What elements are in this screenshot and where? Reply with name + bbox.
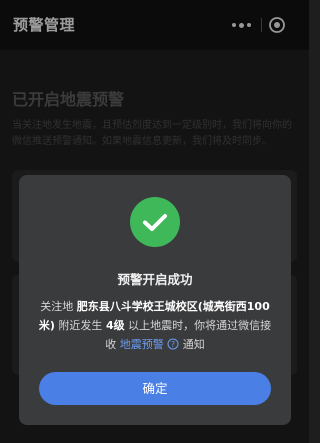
message-middle: 附近发生 bbox=[58, 319, 103, 332]
message-prefix: 关注地 bbox=[40, 300, 74, 313]
earthquake-warning-link[interactable]: 地震预警 bbox=[120, 338, 164, 351]
help-question-icon[interactable]: ? bbox=[167, 337, 179, 356]
confirm-button[interactable]: 确定 bbox=[39, 372, 271, 405]
dialog-message: 关注地 肥东县八斗学校王城校区(城亮街西100米) 附近发生 4级 以上地震时，… bbox=[37, 297, 273, 356]
message-end: 通知 bbox=[182, 338, 205, 351]
svg-text:?: ? bbox=[171, 340, 175, 349]
dialog-title: 预警开启成功 bbox=[117, 272, 193, 287]
success-dialog: 预警开启成功 关注地 肥东县八斗学校王城校区(城亮街西100米) 附近发生 4级… bbox=[19, 175, 291, 425]
success-check-icon bbox=[130, 197, 180, 247]
intensity-level: 4级 bbox=[105, 319, 125, 332]
